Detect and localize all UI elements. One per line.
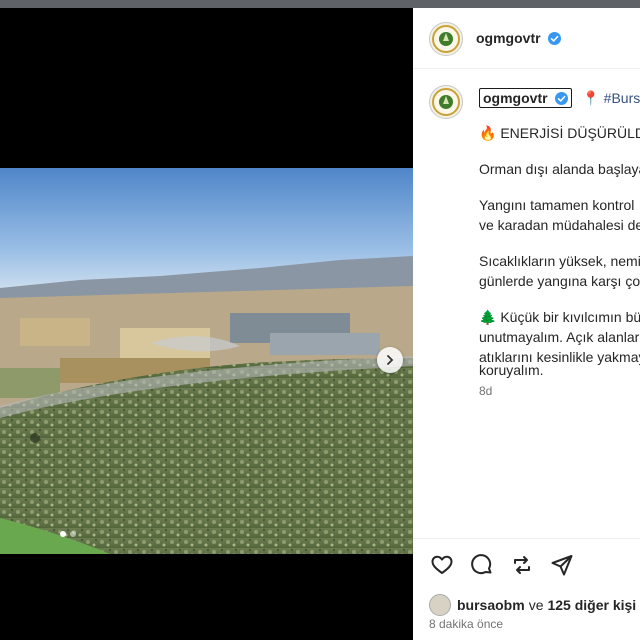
likes-others[interactable]: 125 diğer kişi [547, 597, 636, 613]
caption-header-line: ogmgovtr 📍 #Bursa / [479, 88, 640, 108]
caption-line: Orman dışı alanda başlaya [479, 161, 640, 177]
caption-line: ve karadan müdahalesi de [479, 217, 640, 233]
carousel-dot-active [60, 531, 66, 537]
share-icon [551, 555, 573, 576]
next-slide-button[interactable] [377, 347, 403, 373]
liker-avatar[interactable] [429, 594, 451, 616]
likes-summary[interactable]: bursaobm ve 125 diğer kişi be [429, 594, 640, 616]
carousel-dots [60, 531, 76, 537]
avatar[interactable] [429, 22, 463, 56]
caption-username[interactable]: ogmgovtr [479, 88, 573, 108]
browser-top-strip [0, 0, 640, 8]
post-header: ogmgovtr [413, 8, 640, 69]
like-button[interactable] [429, 552, 455, 578]
caption-line: Sıcaklıkların yüksek, nemi [479, 253, 640, 269]
actions-divider [413, 538, 640, 539]
location-hashtag[interactable]: #Bursa [604, 90, 640, 106]
pin-icon: 📍 [582, 90, 600, 106]
comment-button[interactable] [469, 552, 495, 578]
post-date[interactable]: 8 dakika önce [429, 617, 503, 631]
chevron-right-icon [387, 355, 394, 365]
carousel-dot [70, 531, 76, 537]
share-button[interactable] [549, 552, 575, 578]
repost-button[interactable] [509, 552, 535, 578]
header-username-text[interactable]: ogmgovtr [476, 30, 541, 46]
caption-username-text[interactable]: ogmgovtr [483, 90, 548, 106]
ogm-logo-icon [432, 25, 460, 53]
caption-time-ago[interactable]: 8d [479, 384, 492, 398]
caption-line: günlerde yangına karşı ço [479, 273, 640, 289]
header-username[interactable]: ogmgovtr [476, 30, 562, 46]
aerial-forest-photo[interactable] [0, 168, 413, 554]
post-media-area [0, 8, 413, 640]
caption-line: unutmayalım. Açık alanlar [479, 329, 640, 345]
caption-headline: 🔥 ENERJİSİ DÜŞÜRÜLDÜ [479, 125, 640, 141]
likes-joiner: ve [528, 597, 544, 613]
caption-avatar[interactable] [429, 85, 463, 119]
caption-line: Yangını tamamen kontrol [479, 197, 635, 213]
repost-icon [514, 556, 530, 574]
heart-icon [431, 555, 453, 574]
liker-username[interactable]: bursaobm [457, 597, 525, 613]
caption-line: koruyalım. [479, 362, 544, 378]
verified-badge-icon [555, 92, 569, 105]
caption-line: 🌲 Küçük bir kıvılcımın bü [479, 309, 640, 325]
ogm-logo-icon [432, 88, 460, 116]
verified-badge-icon [548, 32, 562, 45]
post-side-panel: ogmgovtr ogmgovtr 📍 #Bursa / 🔥 ENERJİSİ … [413, 8, 640, 640]
comment-icon [471, 554, 492, 575]
